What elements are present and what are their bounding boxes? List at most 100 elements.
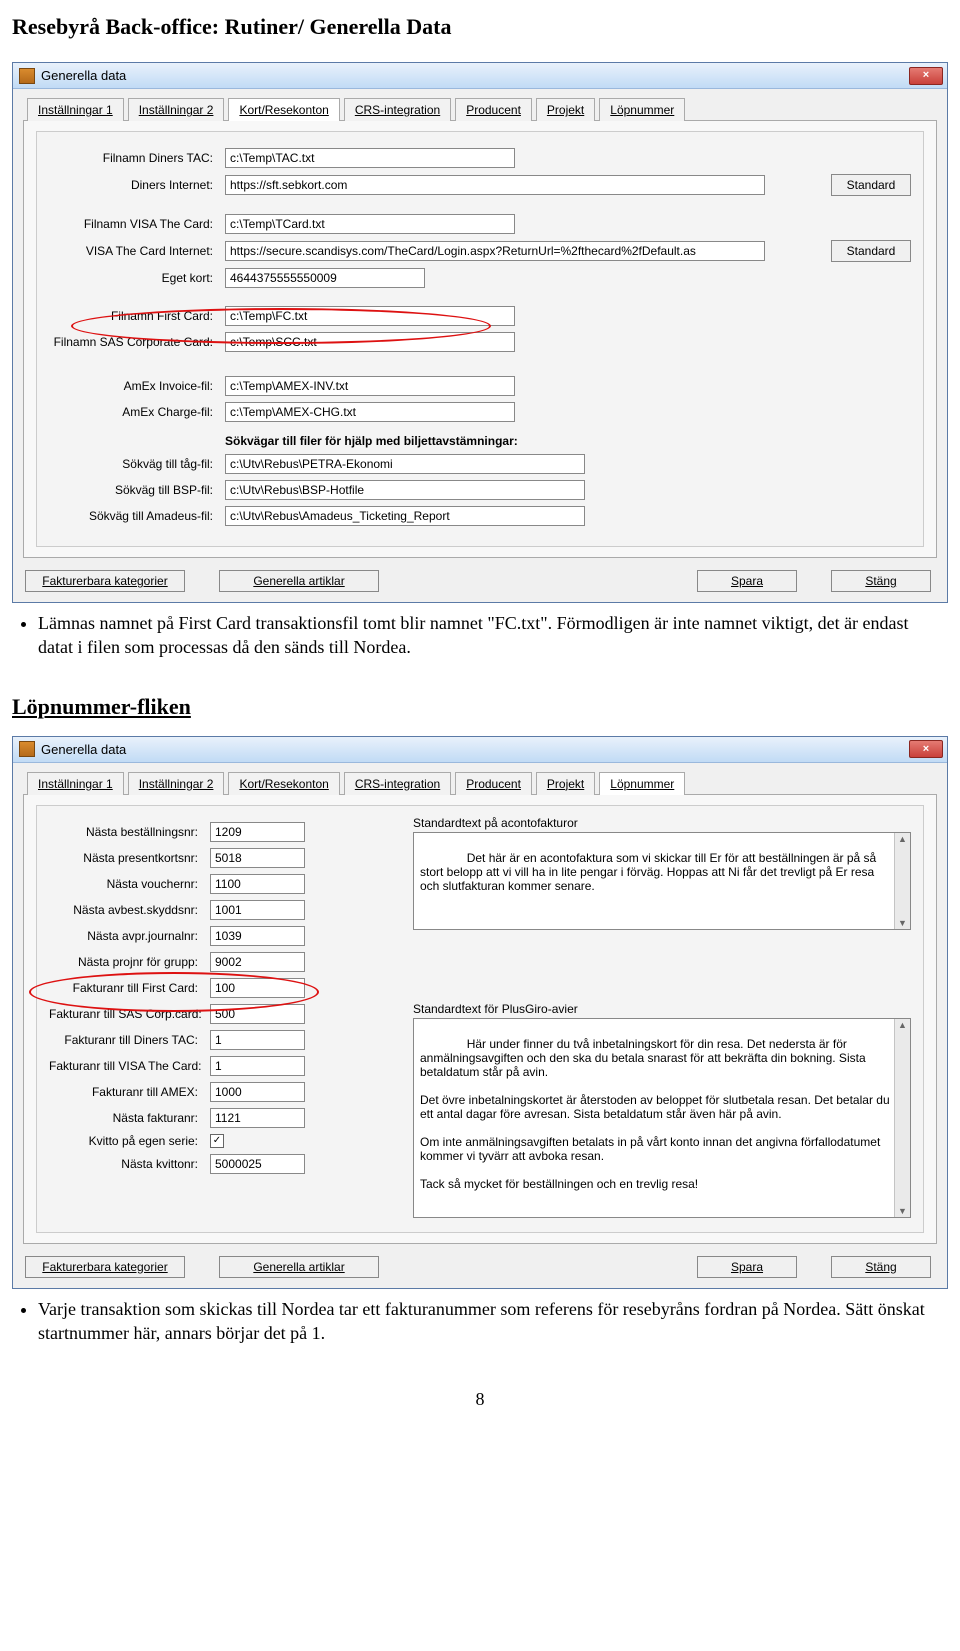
bullet-item: Varje transaktion som skickas till Norde… xyxy=(38,1297,948,1346)
tab-installningar-1[interactable]: Inställningar 1 xyxy=(27,98,124,121)
generella-artiklar-button[interactable]: Generella artiklar xyxy=(219,1256,379,1278)
input-eget-kort[interactable] xyxy=(225,268,425,288)
input-fnr-amex[interactable] xyxy=(210,1082,305,1102)
page-number: 8 xyxy=(12,1389,948,1410)
stang-button[interactable]: Stäng xyxy=(831,1256,931,1278)
bullet-list-2: Varje transaktion som skickas till Norde… xyxy=(12,1297,948,1346)
label-sas-file: Filnamn SAS Corporate Card: xyxy=(49,335,219,349)
button-label: Stäng xyxy=(865,574,896,588)
tab-label: Kort/Resekonton xyxy=(239,103,328,117)
input-diners-internet[interactable] xyxy=(225,175,765,195)
button-label: Spara xyxy=(731,574,763,588)
input-fnr-visa[interactable] xyxy=(210,1056,305,1076)
label-fnr-amex: Fakturanr till AMEX: xyxy=(49,1085,204,1099)
tab-projekt[interactable]: Projekt xyxy=(536,98,595,121)
scrollbar[interactable] xyxy=(894,1019,910,1217)
input-diners-tac[interactable] xyxy=(225,148,515,168)
tab-projekt[interactable]: Projekt xyxy=(536,772,595,795)
tab-label: Projekt xyxy=(547,103,584,117)
textarea-stdtxt-aconto[interactable]: Det här är en acontofaktura som vi skick… xyxy=(413,832,911,930)
tab-producent[interactable]: Producent xyxy=(455,98,532,121)
tab-crs-integration[interactable]: CRS-integration xyxy=(344,772,451,795)
input-avprjournalnr[interactable] xyxy=(210,926,305,946)
label-fnr-sas: Fakturanr till SAS Corp.card: xyxy=(49,1007,204,1021)
input-projnr-grupp[interactable] xyxy=(210,952,305,972)
input-amadeus-fil[interactable] xyxy=(225,506,585,526)
tab-label: Inställningar 2 xyxy=(139,103,214,117)
window-generella-data-lopnummer: Generella data × Inställningar 1 Inställ… xyxy=(12,736,948,1289)
label-fnr-diners: Fakturanr till Diners TAC: xyxy=(49,1033,204,1047)
tabpanel-kort: Filnamn Diners TAC: Diners Internet: Sta… xyxy=(23,121,937,558)
label-visa-internet: VISA The Card Internet: xyxy=(49,244,219,258)
input-amex-chg[interactable] xyxy=(225,402,515,422)
label-amex-chg: AmEx Charge-fil: xyxy=(49,405,219,419)
textarea-stdtxt-plusgiro[interactable]: Här under finner du två inbetalningskort… xyxy=(413,1018,911,1218)
tab-installningar-1[interactable]: Inställningar 1 xyxy=(27,772,124,795)
input-nasta-kvittonr[interactable] xyxy=(210,1154,305,1174)
button-label: Stäng xyxy=(865,1260,896,1274)
label-stdtxt-plusgiro: Standardtext för PlusGiro-avier xyxy=(413,1002,911,1016)
tab-producent[interactable]: Producent xyxy=(455,772,532,795)
label-diners-internet: Diners Internet: xyxy=(49,178,219,192)
bullet-item: Lämnas namnet på First Card transaktions… xyxy=(38,611,948,660)
checkbox-kvitto-egen-serie[interactable]: ✓ xyxy=(210,1134,224,1148)
tabstrip: Inställningar 1 Inställningar 2 Kort/Res… xyxy=(23,97,937,121)
fakturerbara-kategorier-button[interactable]: Fakturerbara kategorier xyxy=(25,570,185,592)
bottom-button-bar: Fakturerbara kategorier Generella artikl… xyxy=(23,564,937,592)
input-visa-file[interactable] xyxy=(225,214,515,234)
tab-kort-resekonton[interactable]: Kort/Resekonton xyxy=(228,98,339,121)
titlebar: Generella data × xyxy=(13,63,947,89)
label-kvitto-egen-serie: Kvitto på egen serie: xyxy=(49,1134,204,1148)
label-bestallningsnr: Nästa beställningsnr: xyxy=(49,825,204,839)
input-fnr-sas[interactable] xyxy=(210,1004,305,1024)
label-amex-inv: AmEx Invoice-fil: xyxy=(49,379,219,393)
input-fnr-first-card[interactable] xyxy=(210,978,305,998)
label-diners-tac: Filnamn Diners TAC: xyxy=(49,151,219,165)
tab-kort-resekonton[interactable]: Kort/Resekonton xyxy=(228,772,339,795)
tabstrip: Inställningar 1 Inställningar 2 Kort/Res… xyxy=(23,771,937,795)
tab-crs-integration[interactable]: CRS-integration xyxy=(344,98,451,121)
input-bestallningsnr[interactable] xyxy=(210,822,305,842)
close-button[interactable]: × xyxy=(909,740,943,758)
tab-lopnummer[interactable]: Löpnummer xyxy=(599,772,685,795)
input-sas-file[interactable] xyxy=(225,332,515,352)
spara-button[interactable]: Spara xyxy=(697,570,797,592)
input-bsp-fil[interactable] xyxy=(225,480,585,500)
standard-button-visa[interactable]: Standard xyxy=(831,240,911,262)
label-nasta-fakturanr: Nästa fakturanr: xyxy=(49,1111,204,1125)
label-fc-file: Filnamn First Card: xyxy=(49,309,219,323)
scrollbar[interactable] xyxy=(894,833,910,929)
input-fc-file[interactable] xyxy=(225,306,515,326)
app-icon xyxy=(19,741,35,757)
label-nasta-kvittonr: Nästa kvittonr: xyxy=(49,1157,204,1171)
app-icon xyxy=(19,68,35,84)
tab-lopnummer[interactable]: Löpnummer xyxy=(599,98,685,121)
label-sokvagar-heading: Sökvägar till filer för hjälp med biljet… xyxy=(225,434,911,448)
label-visa-file: Filnamn VISA The Card: xyxy=(49,217,219,231)
label-eget-kort: Eget kort: xyxy=(49,271,219,285)
stang-button[interactable]: Stäng xyxy=(831,570,931,592)
input-nasta-fakturanr[interactable] xyxy=(210,1108,305,1128)
input-amex-inv[interactable] xyxy=(225,376,515,396)
fakturerbara-kategorier-button[interactable]: Fakturerbara kategorier xyxy=(25,1256,185,1278)
input-vouchernr[interactable] xyxy=(210,874,305,894)
close-button[interactable]: × xyxy=(909,67,943,85)
window-generella-data-kort: Generella data × Inställningar 1 Inställ… xyxy=(12,62,948,603)
standard-button-diners[interactable]: Standard xyxy=(831,174,911,196)
button-label: Generella artiklar xyxy=(253,574,344,588)
spara-button[interactable]: Spara xyxy=(697,1256,797,1278)
titlebar: Generella data × xyxy=(13,737,947,763)
input-tag-fil[interactable] xyxy=(225,454,585,474)
label-tag-fil: Sökväg till tåg-fil: xyxy=(49,457,219,471)
input-visa-internet[interactable] xyxy=(225,241,765,261)
generella-artiklar-button[interactable]: Generella artiklar xyxy=(219,570,379,592)
input-fnr-diners[interactable] xyxy=(210,1030,305,1050)
tab-installningar-2[interactable]: Inställningar 2 xyxy=(128,98,225,121)
label-avbestskyddsnr: Nästa avbest.skyddsnr: xyxy=(49,903,204,917)
input-avbestskyddsnr[interactable] xyxy=(210,900,305,920)
tab-installningar-2[interactable]: Inställningar 2 xyxy=(128,772,225,795)
input-presentkortsnr[interactable] xyxy=(210,848,305,868)
titlebar-text: Generella data xyxy=(41,68,909,83)
tab-label: Kort/Resekonton xyxy=(239,777,328,791)
label-amadeus-fil: Sökväg till Amadeus-fil: xyxy=(49,509,219,523)
